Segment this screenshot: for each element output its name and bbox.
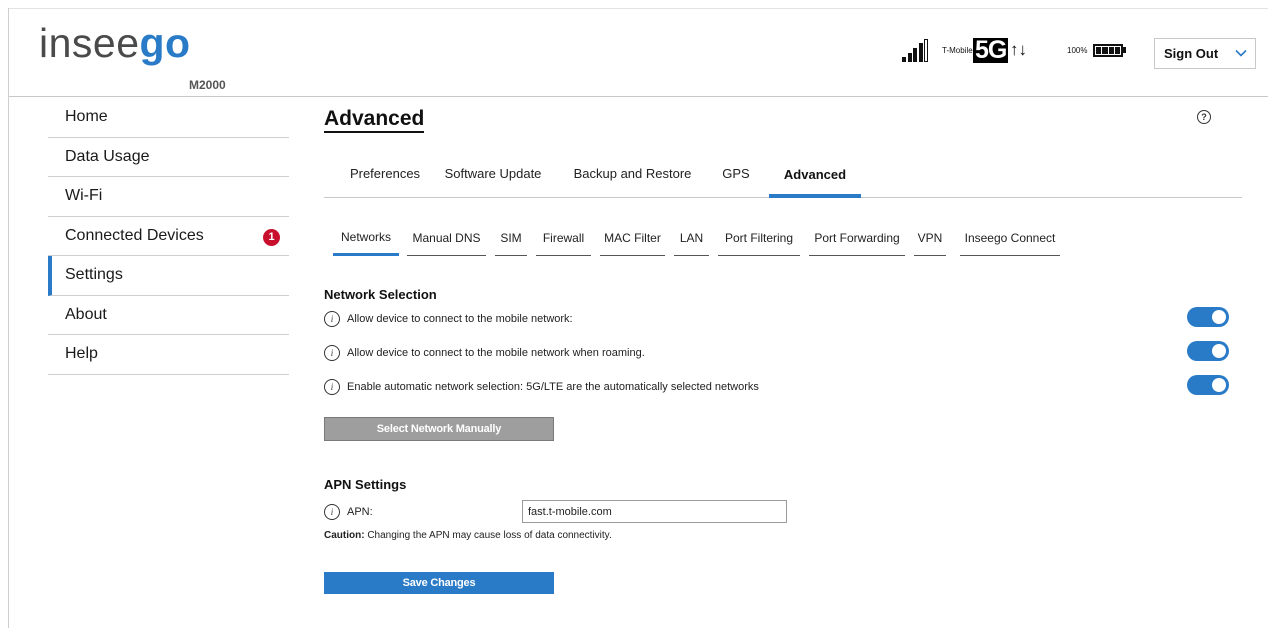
subtab-manual-dns[interactable]: Manual DNS: [407, 220, 486, 256]
apn-row: i APN:: [324, 504, 373, 520]
caution-label: Caution:: [324, 530, 365, 541]
info-icon[interactable]: i: [324, 311, 340, 327]
tab-gps[interactable]: GPS: [711, 150, 761, 197]
tab-preferences[interactable]: Preferences: [336, 150, 434, 197]
subtab-vpn[interactable]: VPN: [914, 220, 946, 256]
signal-strength-icon: [902, 38, 930, 62]
notification-badge: 1: [263, 228, 280, 246]
sidebar-item-label: Settings: [65, 266, 123, 284]
sidebar-item-help[interactable]: Help: [48, 335, 289, 375]
sidebar-item-connected-devices[interactable]: Connected Devices 1: [48, 217, 289, 256]
network-selection-title: Network Selection: [324, 287, 437, 302]
save-changes-button[interactable]: Save Changes: [324, 572, 554, 594]
apn-caution-text: Caution: Changing the APN may cause loss…: [324, 530, 612, 541]
setting-label: Allow device to connect to the mobile ne…: [347, 313, 573, 325]
setting-row-auto-network: i Enable automatic network selection: 5G…: [324, 379, 759, 395]
toggle-knob: [1212, 344, 1226, 358]
sidebar-item-data-usage[interactable]: Data Usage: [48, 138, 289, 177]
sidebar-item-label: Connected Devices: [65, 226, 204, 244]
subtab-sim[interactable]: SIM: [495, 220, 527, 256]
logo-text-accent: go: [139, 20, 191, 66]
roaming-toggle[interactable]: [1187, 341, 1229, 361]
subtab-mac-filter[interactable]: MAC Filter: [600, 220, 665, 256]
subtab-inseego-connect[interactable]: Inseego Connect: [960, 220, 1060, 256]
tab-software-update[interactable]: Software Update: [434, 150, 552, 197]
sidebar-item-home[interactable]: Home: [48, 98, 289, 138]
chevron-down-icon: [1235, 49, 1247, 57]
sidebar-item-label: Data Usage: [65, 147, 150, 165]
apn-input[interactable]: fast.t-mobile.com: [522, 500, 787, 523]
battery-percent: 100%: [1067, 45, 1088, 55]
setting-label: Enable automatic network selection: 5G/L…: [347, 381, 759, 393]
network-type-icon: 5G: [973, 36, 1009, 64]
apn-settings-title: APN Settings: [324, 477, 407, 492]
sidebar-nav: Home Data Usage Wi-Fi Connected Devices 1…: [48, 98, 289, 375]
tab-backup-and-restore[interactable]: Backup and Restore: [569, 150, 696, 197]
sidebar-item-label: Wi-Fi: [65, 187, 103, 205]
sidebar-item-label: Help: [65, 345, 98, 363]
settings-tabs: Preferences Software Update Backup and R…: [324, 150, 1242, 198]
setting-row-roaming: i Allow device to connect to the mobile …: [324, 345, 645, 361]
setting-row-mobile-network: i Allow device to connect to the mobile …: [324, 311, 573, 327]
sidebar-item-label: Home: [65, 108, 108, 126]
sidebar-item-label: About: [65, 305, 107, 323]
info-icon[interactable]: i: [324, 345, 340, 361]
window-left-border: [8, 8, 9, 628]
device-model: M2000: [189, 78, 226, 92]
logo-text: insee: [39, 20, 140, 66]
setting-label: Allow device to connect to the mobile ne…: [347, 347, 645, 359]
subtab-port-forwarding[interactable]: Port Forwarding: [809, 220, 905, 256]
sidebar-item-wifi[interactable]: Wi-Fi: [48, 177, 289, 217]
caution-message: Changing the APN may cause loss of data …: [364, 530, 612, 541]
inseego-logo[interactable]: inseego: [39, 23, 191, 64]
subtab-firewall[interactable]: Firewall: [536, 220, 591, 256]
select-network-manually-button[interactable]: Select Network Manually: [324, 417, 554, 441]
info-icon[interactable]: i: [324, 379, 340, 395]
sidebar-item-settings[interactable]: Settings: [48, 256, 289, 296]
info-icon[interactable]: i: [324, 504, 340, 520]
data-activity-icon: ↑↓: [1010, 40, 1027, 59]
sign-out-dropdown[interactable]: Sign Out: [1154, 38, 1256, 69]
toggle-knob: [1212, 310, 1226, 324]
battery-icon: [1093, 38, 1126, 62]
sidebar-item-about[interactable]: About: [48, 296, 289, 335]
subtab-networks[interactable]: Networks: [333, 220, 399, 256]
subtab-port-filtering[interactable]: Port Filtering: [718, 220, 800, 256]
page-title: Advanced: [324, 107, 425, 134]
auto-network-toggle[interactable]: [1187, 375, 1229, 395]
apn-label: APN:: [347, 506, 373, 518]
subtab-lan[interactable]: LAN: [674, 220, 709, 256]
mobile-network-toggle[interactable]: [1187, 307, 1229, 327]
toggle-knob: [1212, 378, 1226, 392]
help-icon[interactable]: ?: [1197, 110, 1211, 124]
tab-advanced[interactable]: Advanced: [769, 150, 861, 198]
carrier-name: T-Mobile: [942, 45, 973, 55]
sign-out-label: Sign Out: [1164, 46, 1219, 61]
